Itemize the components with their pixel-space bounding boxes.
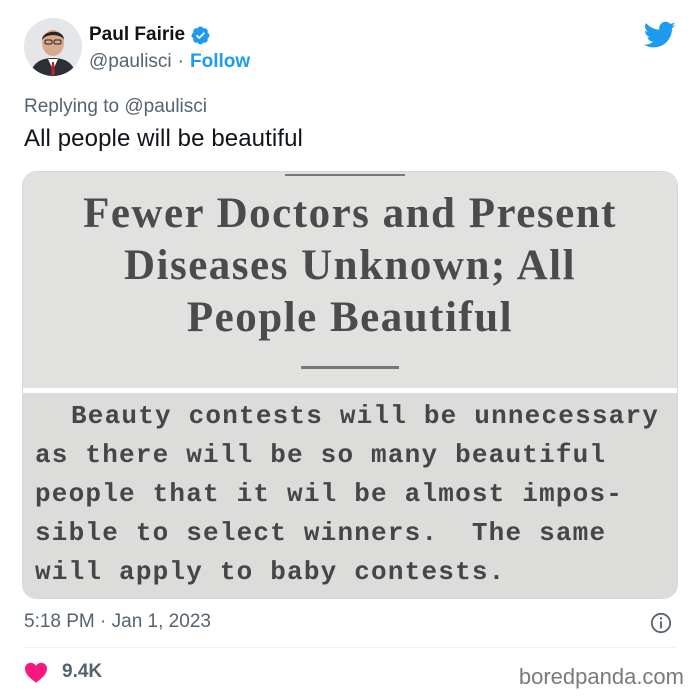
like-button[interactable]: 9.4K [24,661,102,683]
headline-line-1: Fewer Doctors and Present [83,190,617,237]
body-line-3: people that it wil be almost impos- [35,479,624,509]
separator-dot: · [177,51,184,72]
info-icon[interactable] [650,612,672,634]
reply-prefix: Replying to [24,96,120,117]
body-line-4: sible to select winners. The same [35,518,607,548]
tweet-text: All people will be beautiful [24,125,303,152]
headline-bottom-rule [301,366,399,369]
tweet-media[interactable]: Fewer Doctors and Present Diseases Unkno… [22,171,678,599]
newspaper-body-clipping: Beauty contests will be unnecessary as t… [23,393,677,598]
tweet-header: Paul Fairie @paulisci · Follow [24,18,676,80]
author-name-row: Paul Fairie [89,24,211,46]
verified-badge-icon [191,26,210,44]
twitter-bird-icon[interactable] [644,21,676,49]
heart-icon [25,662,47,683]
body-line-5: will apply to baby contests. [35,557,506,587]
author-handle[interactable]: @paulisci [89,51,172,73]
avatar[interactable] [24,18,82,76]
headline-top-rule [285,174,405,176]
like-count: 9.4K [62,661,103,682]
author-name[interactable]: Paul Fairie [89,24,185,46]
body-line-2: as there will be so many beautiful [35,440,607,470]
watermark: boredpanda.com [518,664,684,689]
handle-row: @paulisci · Follow [89,51,250,73]
tweet-timestamp[interactable]: 5:18 PM · Jan 1, 2023 [24,611,211,633]
action-divider [24,647,676,648]
newspaper-headline-clipping: Fewer Doctors and Present Diseases Unkno… [23,172,677,388]
body-line-1: Beauty contests will be unnecessary [71,401,660,431]
replying-to: Replying to @paulisci [24,96,207,118]
follow-button[interactable]: Follow [190,51,250,73]
reply-mention[interactable]: @paulisci [124,96,207,117]
headline-line-2: Diseases Unknown; All [123,242,577,289]
headline-line-3: People Beautiful [186,294,514,341]
